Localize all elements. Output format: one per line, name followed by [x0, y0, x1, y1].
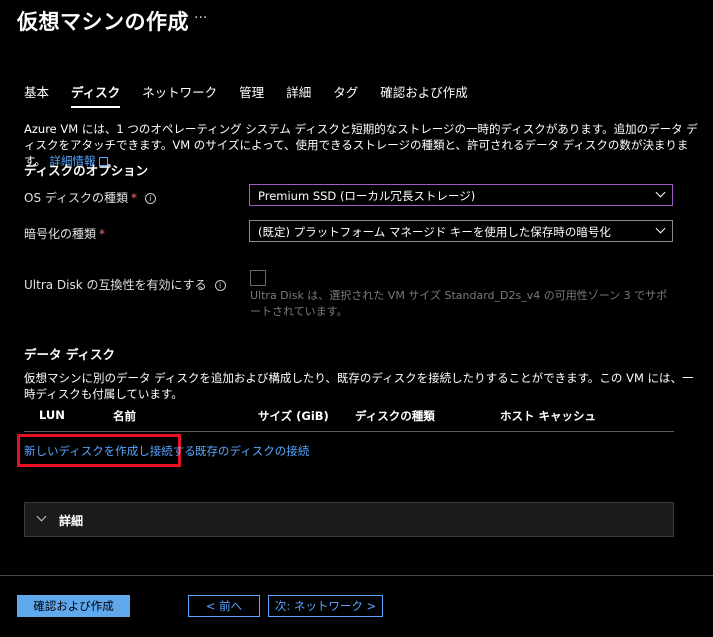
data-disks-heading: データ ディスク — [24, 347, 115, 362]
column-header-size: サイズ (GiB) — [258, 409, 329, 423]
column-header-name: 名前 — [113, 409, 136, 423]
ultra-disk-note: Ultra Disk は、選択された VM サイズ Standard_D2s_v… — [250, 289, 668, 318]
os-disk-type-select[interactable]: Premium SSD (ローカル冗長ストレージ) — [249, 184, 673, 206]
data-disks-description: 仮想マシンに別のデータ ディスクを追加および構成したり、既存のディスクを接続した… — [24, 371, 694, 401]
details-label: 詳細 — [59, 514, 84, 528]
tab-basics[interactable]: 基本 — [24, 82, 49, 108]
attach-existing-disk-link[interactable]: 既存のディスクの接続 — [195, 443, 309, 459]
info-icon[interactable]: i — [214, 280, 226, 291]
table-divider — [24, 431, 674, 432]
chevron-down-icon — [655, 187, 666, 198]
details-expander[interactable]: 詳細 — [24, 502, 674, 537]
info-icon[interactable]: i — [145, 193, 157, 204]
more-options-icon[interactable]: ··· — [194, 10, 207, 26]
ultra-disk-checkbox[interactable] — [250, 270, 266, 286]
next-networking-button[interactable]: 次: ネットワーク > — [268, 595, 383, 617]
os-disk-type-label: OS ディスクの種類 * i — [24, 189, 157, 206]
previous-button[interactable]: < 前へ — [188, 595, 260, 617]
chevron-down-icon — [36, 511, 47, 522]
review-create-button[interactable]: 確認および作成 — [17, 595, 130, 617]
tab-review-create[interactable]: 確認および作成 — [380, 82, 468, 108]
tab-bar: 基本 ディスク ネットワーク 管理 詳細 タグ 確認および作成 — [24, 82, 490, 108]
tab-advanced[interactable]: 詳細 — [286, 82, 311, 108]
ultra-disk-label-text: Ultra Disk の互換性を有効にする — [24, 278, 207, 292]
encryption-type-label-text: 暗号化の種類 — [24, 227, 97, 241]
ultra-disk-label: Ultra Disk の互換性を有効にする i — [24, 276, 226, 293]
footer-divider — [0, 575, 713, 576]
page-title: 仮想マシンの作成 — [17, 10, 189, 34]
required-marker: * — [131, 191, 138, 205]
tab-networking[interactable]: ネットワーク — [142, 82, 217, 108]
encryption-type-select[interactable]: (既定) プラットフォーム マネージド キーを使用した保存時の暗号化 — [249, 220, 673, 242]
column-header-lun: LUN — [39, 408, 65, 422]
vm-create-page: 仮想マシンの作成 ··· 基本 ディスク ネットワーク 管理 詳細 タグ 確認お… — [0, 0, 713, 637]
required-marker: * — [99, 227, 106, 241]
os-disk-type-value: Premium SSD (ローカル冗長ストレージ) — [258, 189, 476, 203]
encryption-type-label: 暗号化の種類 * — [24, 225, 105, 242]
tab-disks[interactable]: ディスク — [71, 82, 121, 108]
column-header-host-cache: ホスト キャッシュ — [500, 409, 597, 423]
create-attach-disk-link[interactable]: 新しいディスクを作成し接続する — [24, 443, 196, 459]
tab-tags[interactable]: タグ — [333, 82, 358, 108]
encryption-type-value: (既定) プラットフォーム マネージド キーを使用した保存時の暗号化 — [258, 225, 611, 239]
disk-options-heading: ディスクのオプション — [24, 163, 149, 178]
chevron-down-icon — [655, 223, 666, 234]
column-header-disk-type: ディスクの種類 — [355, 409, 435, 423]
tab-management[interactable]: 管理 — [239, 82, 264, 108]
os-disk-type-label-text: OS ディスクの種類 — [24, 191, 129, 205]
